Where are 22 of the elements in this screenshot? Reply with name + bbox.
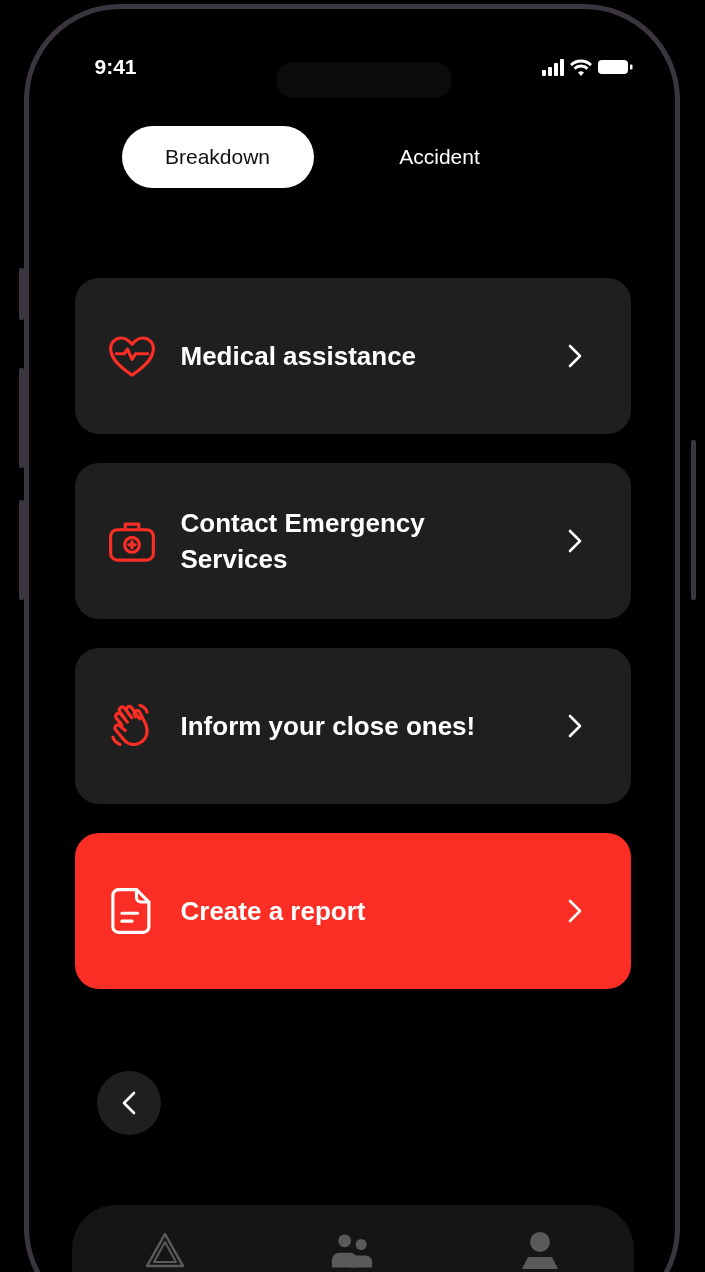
tab[interactable]: Breakdown <box>121 126 314 188</box>
person-icon <box>519 1231 560 1269</box>
chevron-right-icon <box>566 343 583 369</box>
chevron-right-icon <box>566 898 583 924</box>
signal-icon <box>541 58 564 76</box>
wifi-icon <box>569 58 592 76</box>
battery-icon <box>597 60 633 74</box>
chevron-right-icon <box>566 713 583 739</box>
chevron-right-icon <box>566 528 583 554</box>
action-label: Inform your close ones! <box>180 710 477 743</box>
action-card[interactable]: Contact Emergency Services <box>74 463 631 619</box>
people-icon <box>330 1231 375 1269</box>
action-card[interactable]: Inform your close ones! <box>74 648 631 804</box>
back-chevron-icon <box>121 1090 137 1116</box>
action-card[interactable]: Create a report <box>74 833 631 989</box>
action-label: Medical assistance <box>180 340 418 373</box>
action-label: Contact Emergency Services <box>180 507 426 576</box>
status-time: 9:41 <box>93 55 137 79</box>
warning-triangle-icon <box>144 1231 187 1269</box>
action-card[interactable]: Medical assistance <box>74 278 631 434</box>
tab[interactable]: Accident <box>343 126 536 188</box>
action-label: Create a report <box>180 895 367 928</box>
